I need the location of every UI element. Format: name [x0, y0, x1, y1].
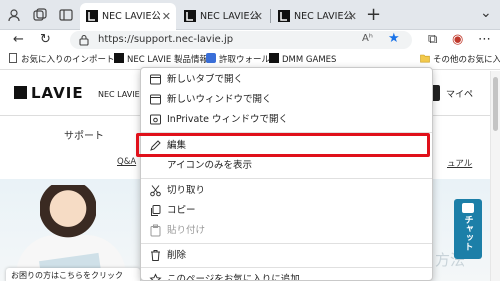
menu-label: コピー [167, 205, 196, 216]
context-menu: 新しいタブで開く 新しいウィンドウで開く InPrivate ウィンドウで開く … [140, 67, 433, 281]
favorite-import[interactable]: お気に入りのインポート [8, 50, 115, 70]
collections-icon[interactable]: ⧉ [428, 32, 437, 48]
scissors-icon [150, 185, 161, 197]
mypage-link[interactable]: マイペ [446, 87, 473, 100]
copy-icon [151, 205, 161, 216]
hero-child [40, 185, 96, 247]
manual-link[interactable]: ュアル [447, 157, 472, 169]
tab-actions-icon[interactable] [58, 7, 74, 23]
menu-label: このページをお気に入りに追加 [167, 274, 300, 281]
tab-2[interactable]: NEC LAVIE公式 ✕ [178, 3, 268, 30]
menu-label: InPrivate ウィンドウで開く [167, 114, 288, 125]
tab-title: NEC LAVIE公式 [102, 11, 160, 22]
lock-icon[interactable] [79, 34, 89, 46]
scrollbar[interactable] [490, 71, 500, 281]
tab-1[interactable]: NEC LAVIE公式 ✕ [80, 3, 176, 30]
brand-text: NEC LAVIE [98, 90, 140, 99]
tab-title: NEC LAVIE公式 [200, 11, 258, 22]
menu-item-cut[interactable]: 切り取り [141, 181, 432, 200]
menu-divider [141, 267, 432, 268]
support-menu[interactable]: サポート [64, 127, 104, 142]
qa-link[interactable]: Q&A [117, 157, 136, 167]
refresh-icon[interactable]: ↻ [40, 32, 51, 48]
profile-icon[interactable] [6, 7, 22, 23]
menu-divider [141, 178, 432, 179]
read-aloud-icon[interactable]: Aʰ [362, 33, 373, 44]
favorite-label: NEC LAVIE 製品情報 [127, 55, 208, 65]
chat-icon [462, 203, 474, 213]
lavie-favicon [114, 53, 124, 63]
folder-icon [420, 54, 430, 63]
menu-item-open-inprivate[interactable]: InPrivate ウィンドウで開く [141, 110, 432, 129]
menu-item-add-favorite[interactable]: このページをお気に入りに追加 [141, 270, 432, 281]
menu-item-paste: 貼り付け [141, 221, 432, 240]
lavie-favicon [184, 10, 196, 22]
help-banner[interactable]: お困りの方はこちらをクリック [6, 268, 140, 281]
tab-strip: NEC LAVIE公式 ✕ NEC LAVIE公式 ✕ NEC LAVIE公式 … [0, 0, 500, 30]
lavie-favicon [86, 10, 98, 22]
new-tab-icon [150, 74, 161, 85]
menu-label: 貼り付け [167, 225, 206, 236]
menu-label: 切り取り [167, 185, 206, 196]
more-icon[interactable]: ⋯ [478, 32, 491, 48]
logo-text: LAVIE [31, 84, 84, 102]
chevron-down-icon[interactable]: ⌄ [480, 5, 492, 21]
add-favorite-icon [149, 273, 162, 280]
page-icon [9, 53, 17, 63]
menu-item-open-new-tab[interactable]: 新しいタブで開く [141, 70, 432, 89]
menu-item-copy[interactable]: コピー [141, 201, 432, 220]
trash-icon [151, 250, 160, 261]
highlight-box [136, 133, 430, 157]
address-bar[interactable]: https://support.nec-lavie.jp Aʰ ★ [70, 31, 412, 49]
menu-item-open-new-window[interactable]: 新しいウィンドウで開く [141, 90, 432, 109]
url-text[interactable]: https://support.nec-lavie.jp [98, 33, 233, 47]
workspaces-icon[interactable] [32, 7, 48, 23]
menu-label: アイコンのみを表示 [167, 160, 253, 171]
favorite-star-icon[interactable]: ★ [388, 31, 400, 46]
lavie-logo[interactable]: LAVIE [14, 84, 84, 102]
close-tab-icon[interactable]: ✕ [254, 3, 263, 30]
menu-item-delete[interactable]: 削除 [141, 246, 432, 265]
tab-3[interactable]: NEC LAVIE公式 ✕ [272, 3, 362, 30]
navigation-bar: ← ↻ https://support.nec-lavie.jp Aʰ ★ ⧉ … [0, 30, 500, 50]
paste-icon [150, 224, 161, 237]
close-tab-icon[interactable]: ✕ [162, 3, 171, 30]
other-favorites[interactable]: その他のお気に入り [420, 50, 500, 70]
scrollbar-thumb[interactable] [493, 77, 498, 131]
back-icon[interactable]: ← [13, 32, 24, 48]
menu-divider [141, 243, 432, 244]
chat-button[interactable]: チャット [454, 199, 482, 259]
inprivate-icon [150, 114, 161, 125]
copilot-icon[interactable]: ◉ [452, 32, 463, 48]
menu-label: 削除 [167, 250, 187, 261]
menu-label: 新しいタブで開く [167, 74, 244, 85]
new-tab-button[interactable]: + [366, 5, 381, 25]
site-icon [206, 53, 216, 63]
favorite-label: DMM GAMES [282, 55, 337, 65]
dmm-icon [269, 53, 279, 63]
menu-label: 新しいウィンドウで開く [167, 94, 272, 105]
favorite-label: その他のお気に入り [433, 55, 500, 65]
favorite-label: 許取ウォール [219, 55, 271, 65]
favorite-label: お気に入りのインポート [21, 55, 115, 65]
new-window-icon [150, 94, 161, 105]
chat-label: チャット [462, 215, 473, 251]
menu-item-show-icon-only[interactable]: アイコンのみを表示 [141, 156, 432, 175]
tab-divider [270, 9, 271, 23]
lavie-favicon [278, 10, 290, 22]
close-tab-icon[interactable]: ✕ [348, 3, 357, 30]
tab-title: NEC LAVIE公式 [294, 11, 352, 22]
